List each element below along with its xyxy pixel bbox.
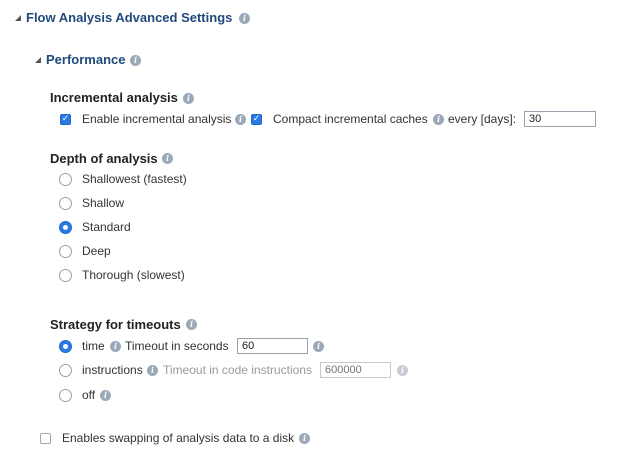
performance-title[interactable]: Performance	[46, 52, 125, 67]
info-icon[interactable]: i	[147, 365, 158, 376]
depth-label-deep[interactable]: Deep	[82, 244, 111, 258]
timeout-label-off[interactable]: off	[82, 388, 95, 402]
swapping-label[interactable]: Enables swapping of analysis data to a d…	[62, 431, 294, 445]
every-days-label: every [days]:	[448, 112, 517, 126]
compact-caches-checkbox[interactable]: ✓	[251, 114, 262, 125]
depth-label-standard[interactable]: Standard	[82, 220, 131, 234]
incremental-analysis-heading: Incremental analysis	[50, 90, 178, 105]
depth-radio-shallowest[interactable]	[59, 173, 72, 186]
timeout-seconds-input[interactable]	[237, 338, 308, 354]
timeout-label-time[interactable]: time	[82, 339, 105, 353]
depth-radio-shallow[interactable]	[59, 197, 72, 210]
info-icon[interactable]: i	[235, 114, 246, 125]
info-icon[interactable]: i	[162, 153, 173, 164]
strategy-for-timeouts-heading: Strategy for timeouts	[50, 317, 181, 332]
info-icon[interactable]: i	[313, 341, 324, 352]
collapse-triangle-icon[interactable]	[15, 15, 21, 21]
enable-incremental-checkbox[interactable]: ✓	[60, 114, 71, 125]
info-icon[interactable]: i	[130, 55, 141, 66]
timeout-seconds-label: Timeout in seconds	[125, 339, 229, 353]
timeout-radio-off[interactable]	[59, 389, 72, 402]
checkmark-icon: ✓	[252, 114, 261, 124]
enable-incremental-label[interactable]: Enable incremental analysis	[82, 112, 231, 126]
info-icon[interactable]: i	[299, 433, 310, 444]
timeout-instructions-label: Timeout in code instructions	[163, 363, 312, 377]
depth-radio-deep[interactable]	[59, 245, 72, 258]
days-input[interactable]	[524, 111, 596, 127]
info-icon[interactable]: i	[110, 341, 121, 352]
swapping-checkbox[interactable]	[40, 433, 51, 444]
info-icon[interactable]: i	[183, 93, 194, 104]
timeout-radio-time[interactable]	[59, 340, 72, 353]
info-icon[interactable]: i	[239, 13, 250, 24]
timeout-instructions-input[interactable]	[320, 362, 391, 378]
depth-radio-thorough[interactable]	[59, 269, 72, 282]
checkmark-icon: ✓	[61, 114, 70, 124]
info-icon[interactable]: i	[186, 319, 197, 330]
timeout-label-instructions[interactable]: instructions	[82, 363, 143, 377]
section-title[interactable]: Flow Analysis Advanced Settings	[26, 10, 232, 25]
depth-label-shallowest[interactable]: Shallowest (fastest)	[82, 172, 187, 186]
compact-caches-label[interactable]: Compact incremental caches	[273, 112, 428, 126]
depth-radio-standard[interactable]	[59, 221, 72, 234]
depth-of-analysis-heading: Depth of analysis	[50, 151, 158, 166]
depth-label-thorough[interactable]: Thorough (slowest)	[82, 268, 185, 282]
collapse-triangle-icon[interactable]	[35, 57, 41, 63]
depth-label-shallow[interactable]: Shallow	[82, 196, 124, 210]
info-icon[interactable]: i	[100, 390, 111, 401]
info-icon[interactable]: i	[397, 365, 408, 376]
info-icon[interactable]: i	[433, 114, 444, 125]
timeout-radio-instructions[interactable]	[59, 364, 72, 377]
